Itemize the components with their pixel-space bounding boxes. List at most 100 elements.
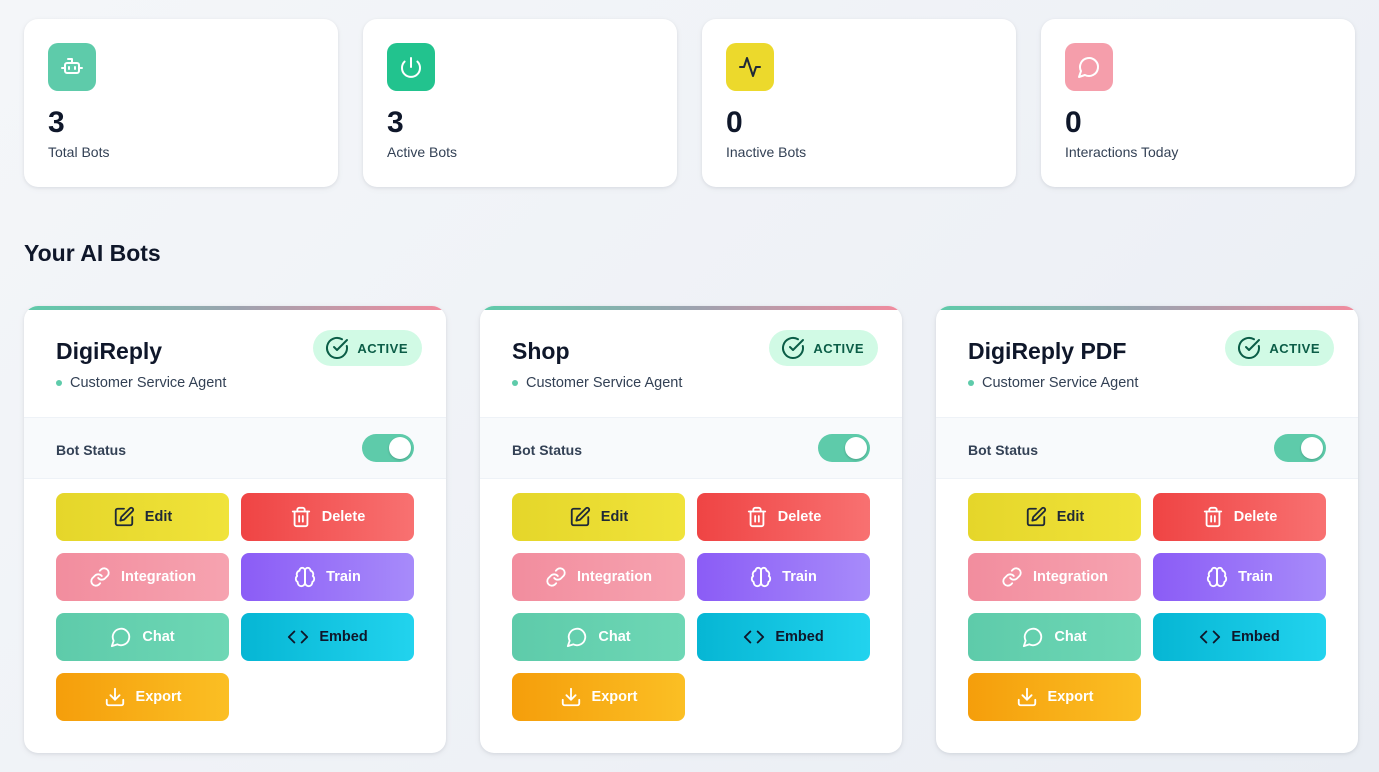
edit-button[interactable]: Edit <box>512 493 685 541</box>
integration-label: Integration <box>1033 569 1108 585</box>
bot-icon <box>48 43 96 91</box>
delete-button[interactable]: Delete <box>697 493 870 541</box>
toggle-knob <box>845 437 867 459</box>
bot-role: Customer Service Agent <box>512 375 682 391</box>
section-title: Your AI Bots <box>24 240 161 266</box>
edit-label: Edit <box>1056 509 1085 525</box>
activity-icon <box>726 43 774 91</box>
check-circle-icon <box>326 336 349 359</box>
stat-label: Active Bots <box>387 144 458 160</box>
bot-status-row: Bot Status <box>24 417 446 479</box>
bot-status-label: Bot Status <box>56 442 126 458</box>
link-icon <box>546 567 566 587</box>
role-dot <box>512 380 518 386</box>
bot-role: Customer Service Agent <box>56 375 226 391</box>
message-circle-icon <box>567 627 587 648</box>
embed-label: Embed <box>1231 629 1280 645</box>
bot-role: Customer Service Agent <box>968 375 1138 391</box>
export-button[interactable]: Export <box>56 673 229 721</box>
embed-button[interactable]: Embed <box>241 613 414 661</box>
edit-icon <box>1026 506 1046 527</box>
bot-role-label: Customer Service Agent <box>526 375 683 391</box>
edit-button[interactable]: Edit <box>56 493 229 541</box>
train-button[interactable]: Train <box>697 553 870 601</box>
stat-card-interactions-today: 0 Interactions Today <box>1041 19 1355 187</box>
delete-label: Delete <box>321 509 366 525</box>
chat-button[interactable]: Chat <box>56 613 229 661</box>
embed-label: Embed <box>319 629 368 645</box>
stat-card-total-bots: 3 Total Bots <box>24 19 338 187</box>
bot-status-toggle[interactable] <box>362 434 414 462</box>
status-badge: ACTIVE <box>769 330 878 366</box>
toggle-knob <box>389 437 411 459</box>
delete-button[interactable]: Delete <box>1153 493 1326 541</box>
brain-icon <box>295 566 316 588</box>
embed-button[interactable]: Embed <box>697 613 870 661</box>
export-button[interactable]: Export <box>512 673 685 721</box>
bot-role-label: Customer Service Agent <box>982 375 1139 391</box>
power-icon <box>387 43 435 91</box>
status-badge: ACTIVE <box>313 330 422 366</box>
status-badge-label: ACTIVE <box>357 340 408 356</box>
download-icon <box>105 687 124 707</box>
integration-button[interactable]: Integration <box>512 553 685 601</box>
integration-button[interactable]: Integration <box>968 553 1141 601</box>
code-icon <box>744 630 765 644</box>
bot-header: DigiReply PDF Customer Service Agent ACT… <box>936 306 1358 417</box>
train-button[interactable]: Train <box>1153 553 1326 601</box>
stat-label: Inactive Bots <box>726 144 807 160</box>
bot-status-label: Bot Status <box>968 442 1038 458</box>
bot-role-label: Customer Service Agent <box>70 375 227 391</box>
bot-name: DigiReply <box>56 338 163 364</box>
train-button[interactable]: Train <box>241 553 414 601</box>
bot-status-toggle[interactable] <box>818 434 870 462</box>
embed-button[interactable]: Embed <box>1153 613 1326 661</box>
bot-status-toggle[interactable] <box>1274 434 1326 462</box>
check-circle-icon <box>1238 336 1261 359</box>
integration-button[interactable]: Integration <box>56 553 229 601</box>
export-label: Export <box>591 689 638 705</box>
stat-value: 0 <box>1065 106 1082 139</box>
stat-label: Interactions Today <box>1065 144 1179 160</box>
stat-value: 0 <box>726 106 743 139</box>
edit-icon <box>114 506 134 527</box>
export-button[interactable]: Export <box>968 673 1141 721</box>
bot-status-row: Bot Status <box>480 417 902 479</box>
trash-icon <box>291 506 310 528</box>
status-badge: ACTIVE <box>1225 330 1334 366</box>
trash-icon <box>1203 506 1222 528</box>
train-label: Train <box>782 569 817 585</box>
embed-label: Embed <box>775 629 824 645</box>
integration-label: Integration <box>577 569 652 585</box>
edit-label: Edit <box>600 509 629 525</box>
trash-icon <box>747 506 766 528</box>
stat-card-inactive-bots: 0 Inactive Bots <box>702 19 1016 187</box>
bot-actions: Edit Delete Integration Train Chat Embed <box>968 493 1326 721</box>
bot-card: Shop Customer Service Agent ACTIVE Bot S… <box>480 306 902 753</box>
chat-button[interactable]: Chat <box>512 613 685 661</box>
delete-label: Delete <box>777 509 822 525</box>
role-dot <box>968 380 974 386</box>
toggle-knob <box>1301 437 1323 459</box>
bot-status-row: Bot Status <box>936 417 1358 479</box>
bot-header: Shop Customer Service Agent ACTIVE <box>480 306 902 417</box>
brain-icon <box>751 566 772 588</box>
delete-button[interactable]: Delete <box>241 493 414 541</box>
stat-value: 3 <box>387 106 404 139</box>
code-icon <box>288 630 309 644</box>
link-icon <box>90 567 110 587</box>
stats-row: 3 Total Bots 3 Active Bots 0 Inactive Bo… <box>24 19 1355 187</box>
chat-label: Chat <box>1054 629 1087 645</box>
code-icon <box>1200 630 1221 644</box>
bot-name: DigiReply PDF <box>968 338 1127 364</box>
link-icon <box>1002 567 1022 587</box>
bot-header: DigiReply Customer Service Agent ACTIVE <box>24 306 446 417</box>
brain-icon <box>1207 566 1228 588</box>
edit-icon <box>570 506 590 527</box>
chat-button[interactable]: Chat <box>968 613 1141 661</box>
status-badge-label: ACTIVE <box>813 340 864 356</box>
edit-button[interactable]: Edit <box>968 493 1141 541</box>
train-label: Train <box>1238 569 1273 585</box>
chat-label: Chat <box>142 629 175 645</box>
status-badge-label: ACTIVE <box>1269 340 1320 356</box>
